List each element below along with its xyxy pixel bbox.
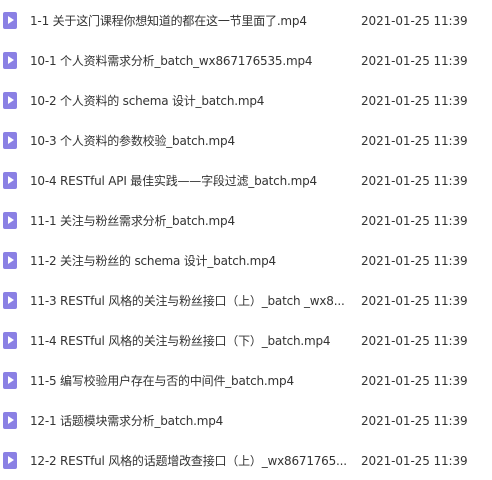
video-file-icon [3,132,17,149]
file-row[interactable]: 10-3 个人资料的参数校验_batch.mp4 2021-01-25 11:3… [0,120,492,160]
video-file-icon [3,332,17,349]
file-row[interactable]: 10-4 RESTful API 最佳实践——字段过滤_batch.mp4 20… [0,160,492,200]
file-date: 2021-01-25 11:39 [361,134,468,148]
file-name: 11-2 关注与粉丝的 schema 设计_batch.mp4 [30,254,276,268]
file-date: 2021-01-25 11:39 [361,174,468,188]
file-name: 11-3 RESTful 风格的关注与粉丝接口（上）_batch _wx8... [30,294,345,308]
file-date: 2021-01-25 11:39 [361,254,468,268]
file-row[interactable]: 11-3 RESTful 风格的关注与粉丝接口（上）_batch _wx8...… [0,280,492,320]
video-file-icon [3,452,17,469]
file-list: 1-1 关于这门课程你想知道的都在这一节里面了.mp4 2021-01-25 1… [0,0,492,475]
file-row[interactable]: 11-1 关注与粉丝需求分析_batch.mp4 2021-01-25 11:3… [0,200,492,240]
video-file-icon [3,92,17,109]
file-name: 11-5 编写校验用户存在与否的中间件_batch.mp4 [30,374,294,388]
file-row[interactable]: 10-2 个人资料的 schema 设计_batch.mp4 2021-01-2… [0,80,492,120]
file-date: 2021-01-25 11:39 [361,374,468,388]
file-name: 10-3 个人资料的参数校验_batch.mp4 [30,134,235,148]
file-name: 11-1 关注与粉丝需求分析_batch.mp4 [30,214,235,228]
file-date: 2021-01-25 11:39 [361,414,468,428]
file-row[interactable]: 12-2 RESTful 风格的话题增改查接口（上）_wx8671765... … [0,440,492,480]
file-date: 2021-01-25 11:39 [361,94,468,108]
video-file-icon [3,252,17,269]
file-row[interactable]: 1-1 关于这门课程你想知道的都在这一节里面了.mp4 2021-01-25 1… [0,0,492,40]
file-name: 1-1 关于这门课程你想知道的都在这一节里面了.mp4 [30,14,307,28]
video-file-icon [3,372,17,389]
video-file-icon [3,292,17,309]
file-date: 2021-01-25 11:39 [361,214,468,228]
file-row[interactable]: 11-5 编写校验用户存在与否的中间件_batch.mp4 2021-01-25… [0,360,492,400]
file-name: 12-1 话题模块需求分析_batch.mp4 [30,414,224,428]
file-date: 2021-01-25 11:39 [361,54,468,68]
video-file-icon [3,172,17,189]
video-file-icon [3,52,17,69]
file-row[interactable]: 11-4 RESTful 风格的关注与粉丝接口（下）_batch.mp4 202… [0,320,492,360]
video-file-icon [3,212,17,229]
file-name: 10-4 RESTful API 最佳实践——字段过滤_batch.mp4 [30,174,317,188]
file-row[interactable]: 10-1 个人资料需求分析_batch_wx867176535.mp4 2021… [0,40,492,80]
file-name: 12-2 RESTful 风格的话题增改查接口（上）_wx8671765... [30,454,347,468]
file-name: 11-4 RESTful 风格的关注与粉丝接口（下）_batch.mp4 [30,334,331,348]
file-date: 2021-01-25 11:39 [361,14,468,28]
file-date: 2021-01-25 11:39 [361,334,468,348]
video-file-icon [3,12,17,29]
video-file-icon [3,412,17,429]
file-row[interactable]: 12-1 话题模块需求分析_batch.mp4 2021-01-25 11:39 [0,400,492,440]
file-name: 10-1 个人资料需求分析_batch_wx867176535.mp4 [30,54,313,68]
file-row[interactable]: 11-2 关注与粉丝的 schema 设计_batch.mp4 2021-01-… [0,240,492,280]
file-date: 2021-01-25 11:39 [361,294,468,308]
file-date: 2021-01-25 11:39 [361,454,468,468]
file-name: 10-2 个人资料的 schema 设计_batch.mp4 [30,94,265,108]
